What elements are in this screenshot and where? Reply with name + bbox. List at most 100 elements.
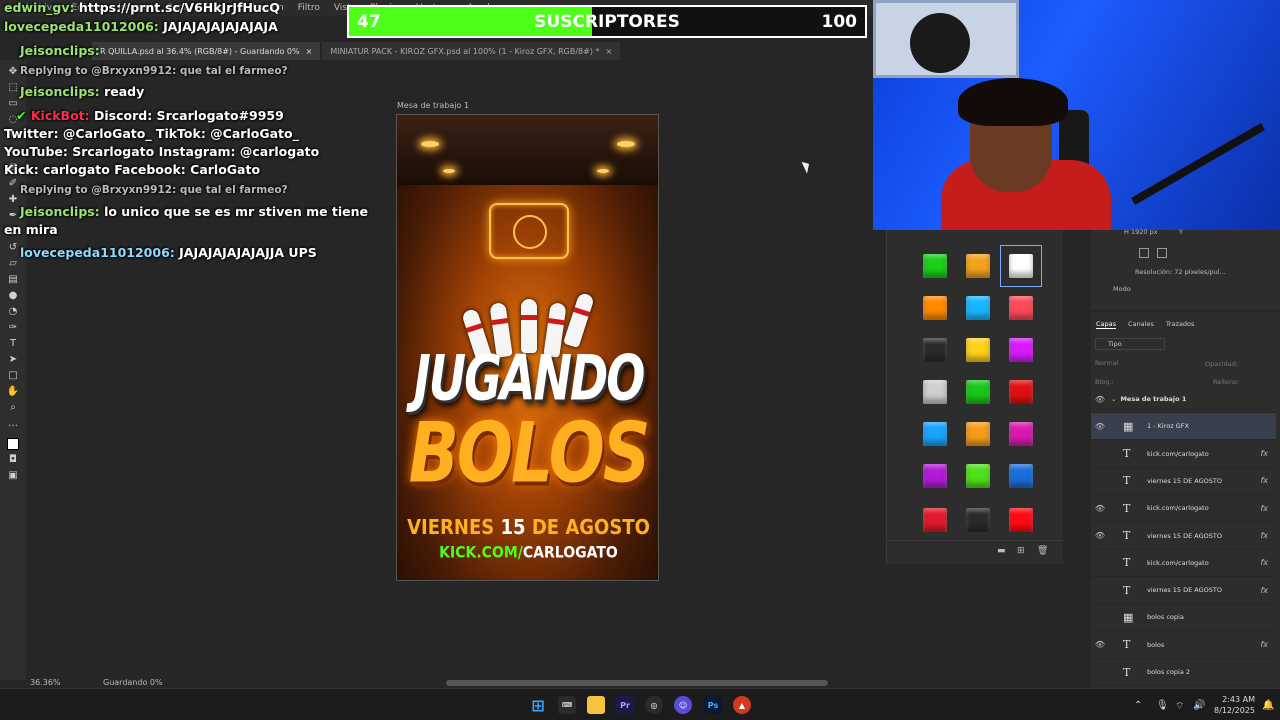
color-swatch[interactable] xyxy=(923,254,947,278)
layer-row[interactable]: 👁 ▦ 1 - Kiroz GFX xyxy=(1091,413,1276,441)
color-swatch[interactable] xyxy=(1009,380,1033,404)
foreground-color[interactable] xyxy=(7,438,19,450)
menu-item[interactable]: Filtro xyxy=(298,3,320,13)
horizontal-scrollbar[interactable] xyxy=(446,680,828,686)
link-icon[interactable] xyxy=(1139,248,1149,258)
app-icon-terminal[interactable]: ⌨ xyxy=(558,696,576,714)
layer-filter-select[interactable]: Tipo xyxy=(1095,338,1165,350)
color-swatch[interactable] xyxy=(966,254,990,278)
color-swatch[interactable] xyxy=(1009,464,1033,488)
color-swatch[interactable] xyxy=(923,338,947,362)
color-swatch[interactable] xyxy=(966,464,990,488)
new-swatch-icon[interactable]: ⊞ xyxy=(1017,546,1025,556)
color-swatch[interactable] xyxy=(923,380,947,404)
color-swatch[interactable] xyxy=(1009,338,1033,362)
tab-paths[interactable]: Trazados xyxy=(1166,320,1195,328)
rectangle-tool-icon[interactable]: □ xyxy=(6,368,20,382)
app-icon-circle[interactable]: ◎ xyxy=(645,696,663,714)
artboard-label[interactable]: Mesa de trabajo 1 xyxy=(397,101,469,110)
path-select-icon[interactable]: ➤ xyxy=(6,352,20,366)
zoom-level[interactable]: 36.36% xyxy=(30,678,61,687)
layer-row[interactable]: Tviernes 15 DE AGOSTO fx xyxy=(1091,577,1276,605)
layer-row[interactable]: ▦ bolos copia xyxy=(1091,604,1276,632)
brush-tool-icon[interactable]: ✒ xyxy=(6,208,20,222)
layer-row[interactable]: Tviernes 15 DE AGOSTO fx xyxy=(1091,468,1276,495)
visibility-eye-icon[interactable]: 👁 xyxy=(1091,395,1109,404)
folder-icon[interactable]: ▬ xyxy=(997,546,1006,556)
move-tool-icon[interactable]: ✥ xyxy=(6,64,20,78)
color-swatch[interactable] xyxy=(1009,422,1033,446)
type-tool-icon[interactable]: T xyxy=(6,336,20,350)
color-swatch[interactable] xyxy=(966,380,990,404)
eraser-tool-icon[interactable]: ▱ xyxy=(6,256,20,270)
tab-channels[interactable]: Canales xyxy=(1128,320,1154,328)
height-field[interactable]: H 1920 px xyxy=(1124,228,1158,236)
layer-effects-icon[interactable]: fx xyxy=(1260,504,1268,513)
gradient-tool-icon[interactable]: ▤ xyxy=(6,272,20,286)
volume-icon[interactable]: 🔊 xyxy=(1193,700,1205,711)
trash-icon[interactable]: 🗑 xyxy=(1037,546,1048,556)
layer-row[interactable]: Tkick.com/carlogato fx xyxy=(1091,441,1276,468)
layer-row[interactable]: Tbolos copia 2 xyxy=(1091,659,1276,686)
zoom-tool-icon[interactable]: ⌕ xyxy=(6,400,20,414)
artboard-tool-icon[interactable]: ⬚ xyxy=(6,80,20,94)
color-swatch[interactable] xyxy=(923,422,947,446)
microphone-icon[interactable]: 🎙 xyxy=(1156,700,1169,711)
layer-effects-icon[interactable]: fx xyxy=(1260,640,1268,649)
color-swatch[interactable] xyxy=(966,296,990,320)
color-swatch[interactable] xyxy=(966,338,990,362)
premiere-icon[interactable]: Pr xyxy=(616,696,634,714)
hand-tool-icon[interactable]: ✋ xyxy=(6,384,20,398)
layer-name: bolos xyxy=(1147,640,1165,649)
system-clock[interactable]: 2:43 AM 8/12/2025 xyxy=(1214,694,1255,716)
tab-layers[interactable]: Capas xyxy=(1096,320,1117,329)
tab-doc-1[interactable]: R QUILLA.psd al 36.4% (RGB/8#) - Guardan… xyxy=(92,42,321,60)
layer-effects-icon[interactable]: fx xyxy=(1260,586,1268,595)
layer-effects-icon[interactable]: fx xyxy=(1260,449,1268,458)
color-swatch[interactable] xyxy=(923,464,947,488)
layer-effects-icon[interactable]: fx xyxy=(1260,531,1268,540)
artboard[interactable]: JUGANDO BOLOS VIERNES 15 DE AGOSTO KICK.… xyxy=(396,114,659,581)
link-icon-2[interactable] xyxy=(1157,248,1167,258)
color-swatch[interactable] xyxy=(966,508,990,532)
color-swatch[interactable] xyxy=(923,296,947,320)
color-swatch[interactable] xyxy=(923,508,947,532)
photoshop-icon[interactable]: Ps xyxy=(704,696,722,714)
chevron-down-icon[interactable]: ⌄ xyxy=(1111,395,1116,403)
brave-browser-icon[interactable]: ▲ xyxy=(733,696,751,714)
close-icon[interactable]: × xyxy=(606,47,613,56)
history-brush-icon[interactable]: ↺ xyxy=(6,240,20,254)
layer-row[interactable]: 👁 Tkick.com/carlogato fx xyxy=(1091,495,1276,523)
layer-row[interactable]: 👁 Tviernes 15 DE AGOSTO fx xyxy=(1091,523,1276,550)
screen-mode-icon[interactable]: ▣ xyxy=(6,468,20,482)
notification-bell-icon[interactable]: 🔔 xyxy=(1262,700,1274,711)
close-icon[interactable]: × xyxy=(306,47,313,56)
visibility-eye-icon[interactable]: 👁 xyxy=(1091,504,1109,513)
chevron-up-icon[interactable]: ⌃ xyxy=(1134,700,1142,711)
layer-row[interactable]: 👁 Tbolos fx xyxy=(1091,632,1276,659)
tab-doc-2[interactable]: MINIATUR PACK - KIROZ GFX.psd al 100% (1… xyxy=(322,42,621,60)
layer-effects-icon[interactable]: fx xyxy=(1260,476,1268,485)
file-explorer-icon[interactable] xyxy=(587,696,605,714)
layer-row[interactable]: 👁 ⌄ Mesa de trabajo 1 xyxy=(1091,386,1276,413)
layer-row[interactable]: Tkick.com/carlogato fx xyxy=(1091,550,1276,577)
color-swatch[interactable] xyxy=(966,422,990,446)
discord-icon[interactable]: ☺ xyxy=(674,696,692,714)
blend-mode-select[interactable]: Normal xyxy=(1095,358,1165,370)
visibility-eye-icon[interactable]: 👁 xyxy=(1091,531,1109,540)
more-tools-icon[interactable]: … xyxy=(6,416,20,430)
eyedropper-icon[interactable]: ✐ xyxy=(6,176,20,190)
color-swatch[interactable] xyxy=(1009,508,1033,532)
layer-effects-icon[interactable]: fx xyxy=(1260,558,1268,567)
healing-brush-icon[interactable]: ✚ xyxy=(6,192,20,206)
blur-tool-icon[interactable]: ● xyxy=(6,288,20,302)
visibility-eye-icon[interactable]: 👁 xyxy=(1091,640,1109,649)
color-swatch[interactable] xyxy=(1009,296,1033,320)
windows-start-icon[interactable]: ⊞ xyxy=(529,696,547,715)
visibility-eye-icon[interactable]: 👁 xyxy=(1091,422,1109,431)
wifi-icon[interactable]: ⌔ xyxy=(1175,700,1184,713)
quick-mask-icon[interactable]: ◘ xyxy=(6,452,20,466)
layer-name: kick.com/carlogato xyxy=(1147,449,1209,458)
dodge-tool-icon[interactable]: ◔ xyxy=(6,304,20,318)
pen-tool-icon[interactable]: ✑ xyxy=(6,320,20,334)
